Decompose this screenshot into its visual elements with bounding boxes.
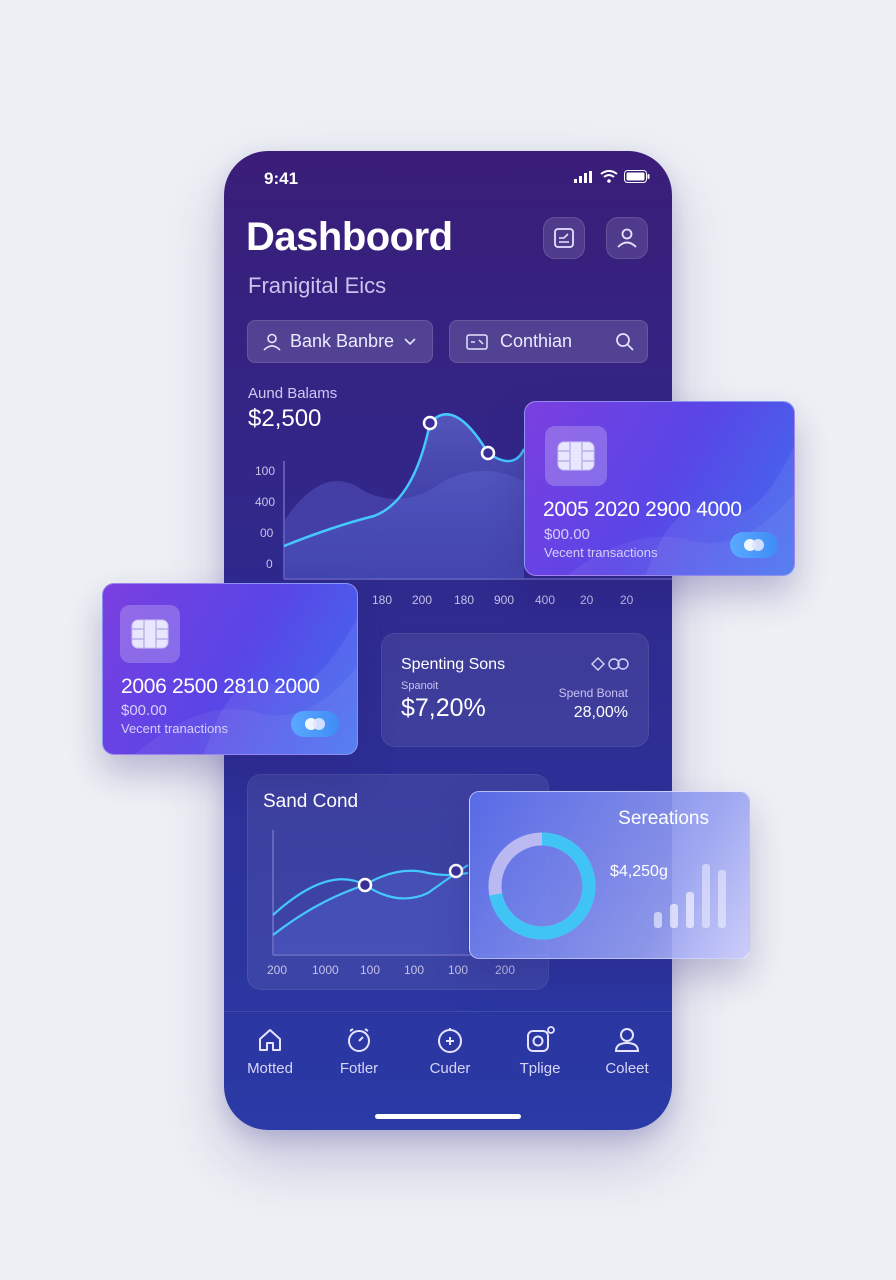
x-tick: 200: [495, 963, 516, 977]
home-icon: [259, 1029, 281, 1051]
spending-left-caption: Spanoit: [401, 680, 439, 692]
timer-icon: [348, 1028, 370, 1052]
x-tick: 100: [360, 963, 381, 977]
camera-icon: [527, 1026, 555, 1052]
balance-point: [480, 445, 496, 461]
card-amount: $00.00: [121, 702, 167, 719]
battery-icon: [624, 170, 650, 183]
exchange-icon: [591, 657, 629, 671]
profile-button[interactable]: [606, 217, 648, 259]
chevron-down-icon: [404, 337, 416, 345]
chip-icon: [131, 619, 169, 649]
card-number: 2005 2020 2900 4000: [543, 498, 742, 521]
nav-item-timer[interactable]: Fotler: [319, 1026, 399, 1077]
nav-item-camera[interactable]: Tplige: [500, 1026, 580, 1077]
spending-right-value: 28,00%: [573, 704, 628, 721]
spending-panel[interactable]: Spenting Sons Spanoit $7,20% Spend Bonat…: [381, 633, 649, 747]
card-chip: [545, 426, 607, 486]
bottom-nav: Motted Fotler Cuder Tplige Coleet: [224, 1011, 672, 1130]
bank-select-label: Bank Banbre: [290, 331, 395, 351]
spending-right-caption: Spend Bonat: [558, 686, 628, 700]
nav-item-home[interactable]: Motted: [230, 1026, 310, 1077]
donut-chart: [488, 832, 596, 940]
search-field-label: Conthian: [500, 331, 573, 351]
page-title: Dashboord: [246, 215, 453, 259]
spending-left-value: $7,20%: [401, 694, 486, 722]
search-field[interactable]: Conthian: [449, 320, 648, 363]
user-icon: [614, 1028, 640, 1052]
savings-glass-card[interactable]: Sereations $4,250g: [469, 791, 750, 959]
signal-icon: [574, 170, 592, 183]
bars-decoration: [654, 864, 726, 928]
x-tick: 1000: [312, 963, 339, 977]
home-indicator[interactable]: [375, 1114, 521, 1119]
x-tick: 180: [372, 593, 393, 607]
nav-item-compass[interactable]: Cuder: [410, 1026, 490, 1077]
x-tick: 200: [267, 963, 288, 977]
bank-select[interactable]: Bank Banbre: [247, 320, 433, 363]
card-toggle[interactable]: [291, 711, 339, 737]
notes-button[interactable]: [543, 217, 585, 259]
chip-icon: [557, 441, 595, 471]
x-tick: 200: [412, 593, 433, 607]
status-time: 9:41: [264, 169, 299, 188]
second-point: [448, 863, 464, 879]
search-icon: [616, 332, 634, 351]
notes-icon: [554, 228, 574, 248]
x-tick: 900: [494, 593, 515, 607]
card-brand-icon: [305, 718, 325, 730]
nav-item-label: Fotler: [339, 1060, 379, 1077]
card-number: 2006 2500 2810 2000: [121, 675, 320, 698]
x-tick: 20: [620, 593, 634, 607]
page-subtitle: Franigital Eics: [248, 273, 387, 298]
nav-item-label: Cuder: [429, 1060, 471, 1077]
x-tick: 400: [535, 593, 556, 607]
x-tick: 100: [448, 963, 469, 977]
x-tick: 20: [580, 593, 594, 607]
user-icon: [617, 228, 637, 248]
card-brand-icon: [744, 539, 764, 551]
credit-card-right[interactable]: 2005 2020 2900 4000 $00.00 Vecent transa…: [524, 401, 795, 576]
second-point: [357, 877, 373, 893]
nav-item-label: Coleet: [605, 1060, 649, 1077]
x-tick: 100: [404, 963, 425, 977]
nav-item-label: Tplige: [519, 1060, 561, 1077]
card-caption: Vecent tranactions: [121, 721, 228, 736]
x-tick: 180: [454, 593, 475, 607]
user-icon: [263, 333, 281, 351]
wifi-icon: [600, 170, 618, 183]
compass-icon: [438, 1028, 462, 1053]
glass-card-title: Sereations: [618, 808, 709, 829]
card-icon: [466, 333, 488, 350]
balance-point: [422, 415, 438, 431]
second-chart-title: Sand Cond: [263, 791, 359, 812]
status-icons: [574, 170, 650, 183]
balance-label: Aund Balams: [248, 385, 338, 402]
card-chip: [120, 605, 180, 663]
card-toggle[interactable]: [730, 532, 778, 558]
nav-item-label: Motted: [247, 1060, 293, 1077]
credit-card-left[interactable]: 2006 2500 2810 2000 $00.00 Vecent tranac…: [102, 583, 358, 755]
spending-title: Spenting Sons: [401, 656, 506, 673]
card-caption: Vecent transactions: [544, 545, 658, 560]
card-amount: $00.00: [544, 526, 590, 543]
nav-item-profile[interactable]: Coleet: [587, 1026, 667, 1077]
